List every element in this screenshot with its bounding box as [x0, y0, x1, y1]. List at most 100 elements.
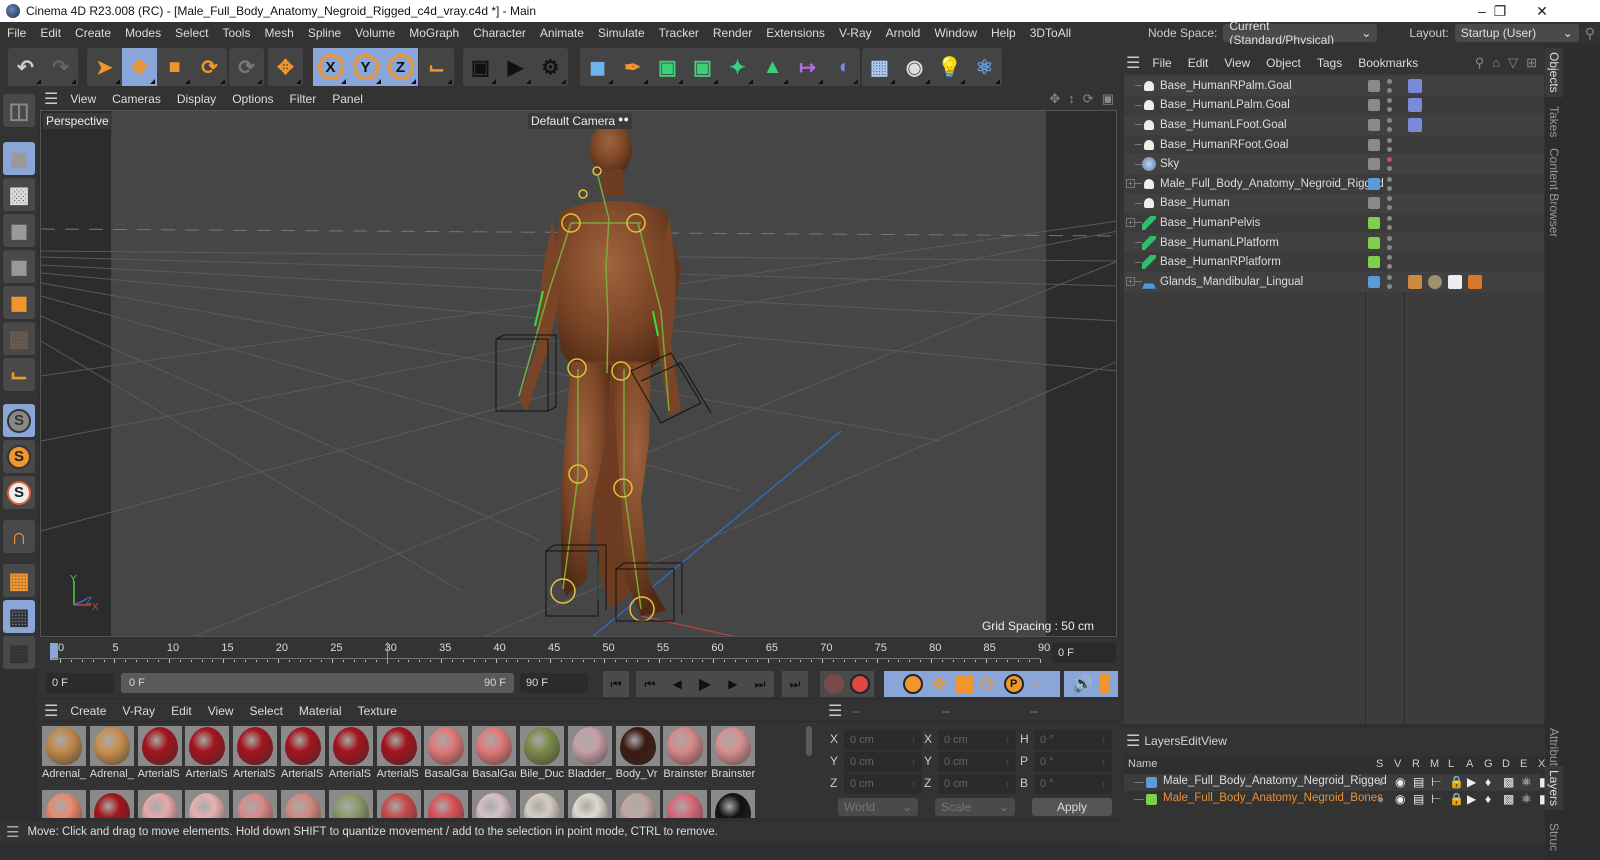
start-frame-field[interactable]: 0 F	[46, 673, 114, 693]
spinner-icon[interactable]: ↕	[1006, 735, 1011, 745]
material-swatch[interactable]: ArterialS	[233, 726, 278, 780]
visibility-dots[interactable]	[1387, 117, 1392, 132]
workplane-button[interactable]: ▦	[3, 564, 35, 597]
keyframe-selection-icon[interactable]	[903, 674, 924, 694]
range-slider[interactable]: 0 F 90 F	[121, 673, 514, 693]
undo-button[interactable]: ↶	[8, 48, 43, 86]
spinner-icon[interactable]: ↕	[1102, 735, 1107, 745]
axis-mode-button[interactable]: ⌙	[3, 358, 35, 391]
material-swatch[interactable]: ArterialS	[376, 726, 421, 780]
coordinate-system-button[interactable]: ⌙	[419, 48, 454, 86]
camera-button[interactable]: ◉	[897, 48, 932, 86]
render-icon[interactable]: ▤	[1413, 792, 1424, 806]
menu-3dtoall[interactable]: 3DToAll	[1023, 26, 1078, 40]
manager-icon[interactable]: ⊢	[1431, 775, 1441, 789]
layer-color-toggle[interactable]	[1368, 99, 1380, 112]
spinner-icon[interactable]: ↕	[1102, 757, 1107, 767]
extrude-button[interactable]: ▣	[685, 48, 720, 86]
node-space-dropdown[interactable]: Current (Standard/Physical) ⌄	[1223, 19, 1378, 47]
menu-simulate[interactable]: Simulate	[591, 26, 652, 40]
tab-takes[interactable]: Takes	[1545, 102, 1563, 141]
tab-layers[interactable]: Layers	[1545, 766, 1563, 811]
rotation-b-field[interactable]: 0 ° ↕	[1034, 774, 1112, 794]
layer-color-swatch[interactable]	[1146, 794, 1157, 805]
viewport-menu-options[interactable]: Options	[224, 92, 281, 106]
lock-icon[interactable]: 🔒	[1449, 775, 1464, 789]
object-row[interactable]: Base_Human	[1124, 193, 1544, 214]
snap-mode-button[interactable]: S	[3, 476, 35, 509]
object-row[interactable]: Sky	[1124, 154, 1544, 174]
expand-icon[interactable]: +	[1126, 218, 1135, 228]
key-position-icon[interactable]: ✥	[931, 674, 946, 695]
camera-label[interactable]: Default Camera ●●	[528, 113, 632, 129]
position-z-field[interactable]: 0 cm ↕	[844, 774, 922, 794]
expand-icon[interactable]: +	[1126, 179, 1135, 189]
material-swatch[interactable]: ArterialS	[137, 726, 182, 780]
polygons-mode-button[interactable]: ◼	[3, 286, 35, 319]
render-settings-button[interactable]: ⚙	[533, 48, 568, 86]
psr-button[interactable]: ⟳	[229, 48, 264, 86]
rotation-h-field[interactable]: 0 ° ↕	[1034, 730, 1112, 750]
magnet-button[interactable]: ∩	[3, 520, 35, 553]
visibility-dots[interactable]	[1387, 215, 1392, 230]
z-axis-button[interactable]: Z	[383, 48, 418, 86]
object-row[interactable]: Base_HumanLPlatform	[1124, 232, 1544, 253]
material-swatch[interactable]: Adrenal_	[89, 726, 134, 780]
spinner-icon[interactable]: ↕	[912, 757, 917, 767]
material-swatch[interactable]: Body_Vr	[615, 726, 660, 780]
locked-workplane-button[interactable]: ▦	[3, 600, 35, 633]
expressions-icon[interactable]: ⚛	[1521, 775, 1532, 789]
apply-button[interactable]: Apply	[1032, 798, 1112, 816]
material-swatch[interactable]	[567, 790, 612, 818]
menu-spline[interactable]: Spline	[301, 26, 348, 40]
material-swatch[interactable]	[663, 790, 708, 818]
autokey-icon[interactable]	[850, 674, 870, 694]
menu-animate[interactable]: Animate	[533, 26, 591, 40]
rotate-button[interactable]: ⟳	[192, 48, 227, 86]
object-menu-file[interactable]: File	[1144, 56, 1179, 70]
generators-icon[interactable]: ♦	[1485, 775, 1491, 789]
object-row[interactable]: + Base_HumanPelvis	[1124, 213, 1544, 233]
restore-icon[interactable]: ❐	[1480, 0, 1520, 22]
viewport-menu-filter[interactable]: Filter	[282, 92, 325, 106]
model-mode-button[interactable]: ◼	[3, 142, 35, 175]
visibility-dots[interactable]	[1387, 235, 1392, 250]
position-y-field[interactable]: 0 cm ↕	[844, 752, 922, 772]
hamburger-menu-icon[interactable]: ☰	[44, 701, 58, 721]
material-menu-view[interactable]: View	[200, 704, 242, 718]
visibility-dots[interactable]	[1387, 196, 1392, 211]
viewport-menu-cameras[interactable]: Cameras	[104, 92, 169, 106]
menu-mesh[interactable]: Mesh	[257, 26, 300, 40]
spinner-icon[interactable]: ↕	[1102, 779, 1107, 789]
layer-column-name[interactable]: Name	[1128, 758, 1157, 770]
object-row[interactable]: Base_HumanRFoot.Goal	[1124, 134, 1544, 155]
rotate-view-icon[interactable]: ⟳	[1083, 91, 1094, 107]
visibility-dots[interactable]	[1387, 137, 1392, 152]
material-swatch[interactable]	[42, 790, 86, 818]
material-menu-edit[interactable]: Edit	[163, 704, 200, 718]
menu-tracker[interactable]: Tracker	[652, 26, 706, 40]
menu-create[interactable]: Create	[68, 26, 118, 40]
visible-icon[interactable]: ◉	[1395, 792, 1405, 806]
deformers-icon[interactable]: ▩	[1503, 775, 1514, 789]
visibility-dots[interactable]	[1387, 176, 1392, 191]
texture-tag-icon[interactable]	[1448, 274, 1462, 289]
animation-icon[interactable]: ▶	[1467, 775, 1476, 789]
object-menu-edit[interactable]: Edit	[1180, 56, 1217, 70]
size-z-field[interactable]: 0 cm ↕	[938, 774, 1016, 794]
3d-viewport[interactable]: Y X Z Perspective Default Camera ●● Grid …	[40, 110, 1117, 637]
viewport-menu-view[interactable]: View	[62, 92, 104, 106]
hamburger-menu-icon[interactable]: ☰	[828, 701, 842, 721]
material-swatch[interactable]: BasalGar	[424, 726, 469, 780]
material-swatch[interactable]	[328, 790, 373, 818]
x-axis-button[interactable]: X	[313, 48, 348, 86]
size-mode-dropdown[interactable]: Scale ⌄	[935, 798, 1015, 816]
material-tag-icon[interactable]	[1428, 274, 1442, 289]
render-picture-viewer-button[interactable]: ▶	[498, 48, 533, 86]
material-swatch[interactable]	[424, 790, 469, 818]
menu-select[interactable]: Select	[168, 26, 215, 40]
size-y-field[interactable]: 0 cm ↕	[938, 752, 1016, 772]
ik-goal-tag-icon[interactable]	[1408, 117, 1422, 132]
tab-structure[interactable]: Structure	[1545, 819, 1563, 851]
material-swatch[interactable]	[233, 790, 278, 818]
